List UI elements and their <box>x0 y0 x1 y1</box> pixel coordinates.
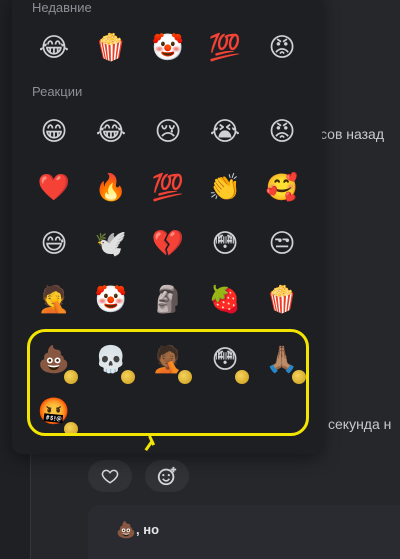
grinning-emoji[interactable]: 😁 <box>34 112 74 152</box>
moai-emoji[interactable]: 🗿 <box>148 280 188 320</box>
facepalm-emoji[interactable]: 🤦 <box>34 280 74 320</box>
hundred-emoji[interactable]: 💯 <box>148 168 188 208</box>
heart-reaction-button[interactable] <box>88 460 132 492</box>
smiling-hearts-emoji[interactable]: 🥰 <box>262 168 302 208</box>
add-emoji-icon <box>157 466 177 486</box>
message-emoji: 💩 <box>116 520 136 539</box>
popcorn-emoji[interactable]: 🍿 <box>262 280 302 320</box>
message-timestamp: секунда н <box>328 416 392 432</box>
hundred-points-emoji[interactable]: 💯 <box>205 28 245 68</box>
premium-emoji-highlight <box>27 329 309 436</box>
section-title-recent: Недавние <box>32 0 92 15</box>
clap-emoji[interactable]: 👏 <box>205 168 245 208</box>
unamused-emoji[interactable]: 😒 <box>262 224 302 264</box>
clown-emoji[interactable]: 🤡 <box>148 28 188 68</box>
tears-of-joy-emoji[interactable]: 😂 <box>91 112 131 152</box>
strawberry-emoji[interactable]: 🍓 <box>205 280 245 320</box>
section-title-reactions: Реакции <box>32 84 83 99</box>
add-reaction-button[interactable] <box>145 460 189 492</box>
clown-emoji[interactable]: 🤡 <box>91 280 131 320</box>
flushed-emoji[interactable]: 😳 <box>205 224 245 264</box>
message-timestamp: сов назад <box>320 126 385 142</box>
message-text: , но <box>136 522 160 537</box>
heart-emoji[interactable]: ❤️ <box>34 168 74 208</box>
broken-heart-emoji[interactable]: 💔 <box>148 224 188 264</box>
dove-emoji[interactable]: 🕊️ <box>91 224 131 264</box>
crying-emoji[interactable]: 😢 <box>148 112 188 152</box>
angry-face-emoji[interactable]: 😡 <box>262 28 302 68</box>
sobbing-emoji[interactable]: 😭 <box>205 112 245 152</box>
sweat-smile-emoji[interactable]: 😅 <box>34 224 74 264</box>
angry-emoji[interactable]: 😡 <box>262 112 302 152</box>
fire-emoji[interactable]: 🔥 <box>91 168 131 208</box>
heart-icon <box>101 469 119 484</box>
tears-of-joy-emoji[interactable]: 😂 <box>34 28 74 68</box>
popcorn-emoji[interactable]: 🍿 <box>91 28 131 68</box>
